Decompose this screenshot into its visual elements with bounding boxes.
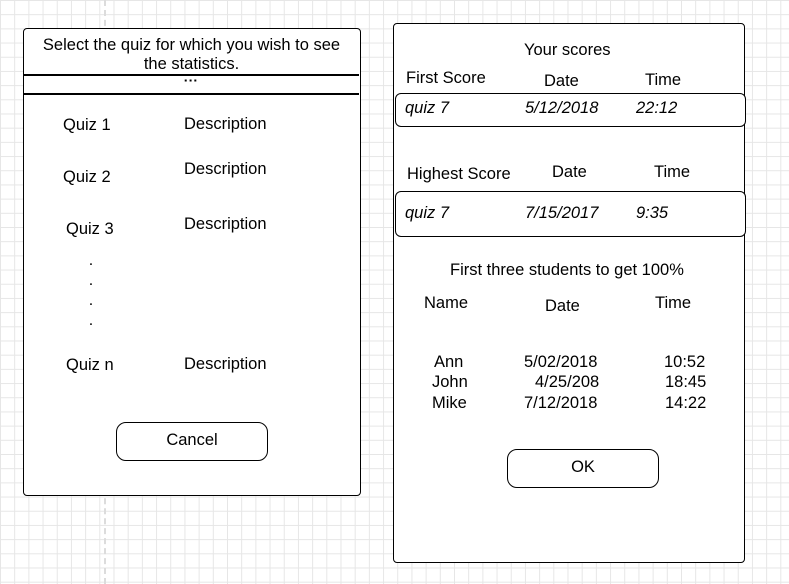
quiz-name: Quiz 3 <box>66 220 114 238</box>
first-score-time: 22:12 <box>636 99 678 117</box>
quiz-select-dialog: Select the quiz for which you wish to se… <box>23 28 361 496</box>
quiz-description: Description <box>184 355 267 373</box>
first-score-time-header: Time <box>645 71 682 89</box>
first-score-quiz: quiz 7 <box>405 99 450 117</box>
quiz-description: Description <box>184 215 267 233</box>
student-time: 10:52 <box>664 353 706 371</box>
ellipsis-dot: . <box>88 312 94 329</box>
first-score-row[interactable]: quiz 7 5/12/2018 22:12 <box>395 93 746 127</box>
ellipsis-dot: . <box>88 272 94 289</box>
highest-score-quiz: quiz 7 <box>405 204 450 222</box>
students-title: First three students to get 100% <box>450 261 684 279</box>
student-time: 14:22 <box>665 394 707 412</box>
dialog-title: Your scores <box>524 41 611 59</box>
more-options-icon[interactable]: ▪▪▪ <box>24 76 359 85</box>
ellipsis-dot: . <box>88 292 94 309</box>
highest-score-date-header: Date <box>552 163 587 181</box>
quiz-name: Quiz 1 <box>63 116 111 134</box>
ellipsis-dot: . <box>88 252 94 269</box>
dialog-title-line1: Select the quiz for which you wish to se… <box>42 36 341 54</box>
student-name: John <box>432 373 468 391</box>
highest-score-time: 9:35 <box>636 204 669 222</box>
student-date: 7/12/2018 <box>524 394 598 412</box>
first-score-date: 5/12/2018 <box>525 99 599 117</box>
student-name: Mike <box>432 394 467 412</box>
first-score-header: First Score <box>406 69 486 87</box>
highest-score-row[interactable]: quiz 7 7/15/2017 9:35 <box>395 191 746 237</box>
student-time: 18:45 <box>665 373 707 391</box>
quiz-name: Quiz n <box>66 356 114 374</box>
scores-dialog: Your scores First Score Date Time quiz 7… <box>393 23 746 563</box>
menu-divider <box>24 93 359 95</box>
first-score-date-header: Date <box>544 72 579 90</box>
students-name-header: Name <box>424 294 469 312</box>
student-date: 4/25/208 <box>535 373 600 391</box>
highest-score-header: Highest Score <box>407 165 511 183</box>
students-date-header: Date <box>545 297 580 315</box>
highest-score-time-header: Time <box>654 163 691 181</box>
students-time-header: Time <box>655 294 692 312</box>
dialog-title-line2: the statistics. <box>143 55 240 73</box>
student-name: Ann <box>434 353 464 371</box>
quiz-name: Quiz 2 <box>63 168 111 186</box>
student-date: 5/02/2018 <box>524 353 598 371</box>
highest-score-date: 7/15/2017 <box>525 204 599 222</box>
quiz-description: Description <box>184 115 267 133</box>
cancel-button[interactable]: Cancel <box>116 422 268 461</box>
quiz-description: Description <box>184 160 267 178</box>
ok-button[interactable]: OK <box>507 449 659 488</box>
